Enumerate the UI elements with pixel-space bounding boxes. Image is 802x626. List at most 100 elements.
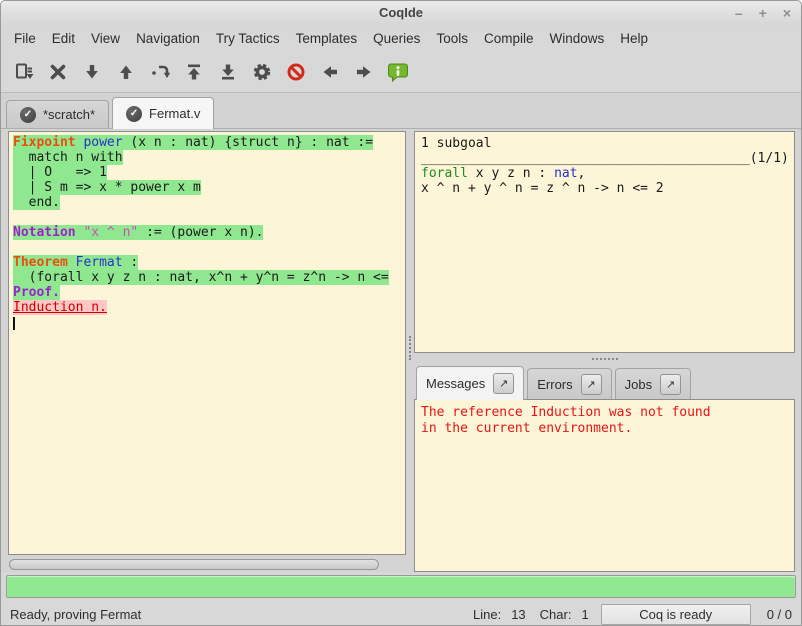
goal-pane[interactable]: 1 subgoal_______________________________… [414,131,795,353]
menu-bar: FileEditViewNavigationTry TacticsTemplat… [1,25,801,51]
goal-line: forall x y z n : nat, [421,166,794,181]
maximize-button[interactable]: + [759,1,767,25]
tab-label: *scratch* [43,107,95,122]
file-tab-bar: ✓ *scratch* ✓ Fermat.v [1,93,801,129]
back-button[interactable] [313,57,347,87]
code-line [13,240,405,255]
window-controls: – + × [735,1,791,25]
check-icon: ✓ [126,106,142,122]
status-bar: Ready, proving Fermat Line: 13 Char: 1 C… [1,602,801,626]
messages-pane[interactable]: The reference Induction was not found in… [414,399,795,572]
tab-label: Fermat.v [149,106,200,121]
code-line: end. [13,195,405,210]
code-line: | O => 1 [13,165,405,180]
message-tab-bar: Messages ↗ Errors ↗ Jobs ↗ [414,364,795,399]
gear-icon [252,62,272,82]
curved-arrow-icon [150,62,170,82]
step-backward-button[interactable] [109,57,143,87]
progress-bar [1,572,801,602]
goal-line: x ^ n + y ^ n = z ^ n -> n <= 2 [421,181,794,196]
menu-item-templates[interactable]: Templates [288,27,366,50]
tab-label: Messages [426,376,485,391]
title-bar[interactable]: CoqIde – + × [1,1,801,25]
goal-line: 1 subgoal [421,136,794,151]
menu-item-windows[interactable]: Windows [541,27,612,50]
gear-button[interactable] [245,57,279,87]
about-button[interactable] [381,57,415,87]
arrow-down-to-bar-icon [218,62,238,82]
interrupt-button[interactable] [279,57,313,87]
code-line: Proof. [13,285,405,300]
save-button[interactable] [7,57,41,87]
menu-item-navigation[interactable]: Navigation [128,27,208,50]
tab-errors[interactable]: Errors ↗ [527,368,611,399]
line-value: 13 [511,607,525,622]
code-line: | S m => x * power x m [13,180,405,195]
menu-item-queries[interactable]: Queries [365,27,428,50]
menu-item-tools[interactable]: Tools [428,27,476,50]
menu-item-view[interactable]: View [83,27,128,50]
code-line: match n with [13,150,405,165]
goal-line: ________________________________________… [421,151,794,166]
proof-column: 1 subgoal_______________________________… [414,131,795,572]
step-forward-button[interactable] [75,57,109,87]
vertical-splitter[interactable] [406,131,414,572]
code-line: Theorem Fermat : [13,255,405,270]
window-title: CoqIde [1,5,801,20]
prohibition-icon [286,62,306,82]
menu-item-compile[interactable]: Compile [476,27,542,50]
progress-counter: 0 / 0 [767,607,792,622]
go-to-cursor-button[interactable] [143,57,177,87]
splitter-grip-icon [592,358,618,360]
char-label: Char: [540,607,572,622]
code-line: Fixpoint power (x n : nat) {struct n} : … [13,135,405,150]
tab-label: Jobs [625,377,652,392]
horizontal-scrollbar[interactable] [8,558,406,571]
menu-item-try-tactics[interactable]: Try Tactics [208,27,288,50]
save-icon [14,62,34,82]
code-line: Notation "x ^ n" := (power x n). [13,225,405,240]
detach-arrow-icon[interactable]: ↗ [493,373,514,394]
minimize-button[interactable]: – [735,1,743,25]
arrow-up-icon [116,62,136,82]
code-line [13,210,405,225]
close-buffer-button[interactable] [41,57,75,87]
close-button[interactable]: × [783,1,791,25]
menu-item-file[interactable]: File [6,27,44,50]
line-label: Line: [473,607,501,622]
menu-item-edit[interactable]: Edit [44,27,83,50]
code-line: (forall x y z n : nat, x^n + y^n = z^n -… [13,270,405,285]
error-message-line: The reference Induction was not found [421,405,794,421]
tab-messages[interactable]: Messages ↗ [416,366,524,400]
horizontal-splitter[interactable] [414,353,795,364]
text-caret [13,315,405,330]
tab-jobs[interactable]: Jobs ↗ [615,368,691,399]
detach-arrow-icon[interactable]: ↗ [581,374,602,395]
status-text: Ready, proving Fermat [10,607,141,622]
tab-fermat[interactable]: ✓ Fermat.v [112,97,214,129]
detach-arrow-icon[interactable]: ↗ [660,374,681,395]
error-message-line: in the current environment. [421,421,794,437]
check-icon: ✓ [20,107,36,123]
coq-status-indicator: Coq is ready [601,604,751,625]
script-column: Fixpoint power (x n : nat) {struct n} : … [8,131,406,572]
progress-bar-fill [6,575,796,598]
info-bubble-icon [387,61,409,83]
script-editor[interactable]: Fixpoint power (x n : nat) {struct n} : … [8,131,406,555]
toolbar [1,51,801,93]
arrow-down-icon [82,62,102,82]
code-line: Induction n. [13,300,405,315]
go-to-start-button[interactable] [177,57,211,87]
forward-button[interactable] [347,57,381,87]
tab-scratch[interactable]: ✓ *scratch* [6,100,109,128]
tab-label: Errors [537,377,572,392]
char-value: 1 [581,607,588,622]
coqide-window: CoqIde – + × FileEditViewNavigationTry T… [0,0,802,626]
go-to-end-button[interactable] [211,57,245,87]
arrow-up-to-bar-icon [184,62,204,82]
scrollbar-thumb[interactable] [9,559,379,570]
arrow-right-icon [354,62,374,82]
splitter-grip-icon [409,336,411,360]
menu-item-help[interactable]: Help [612,27,656,50]
arrow-left-icon [320,62,340,82]
